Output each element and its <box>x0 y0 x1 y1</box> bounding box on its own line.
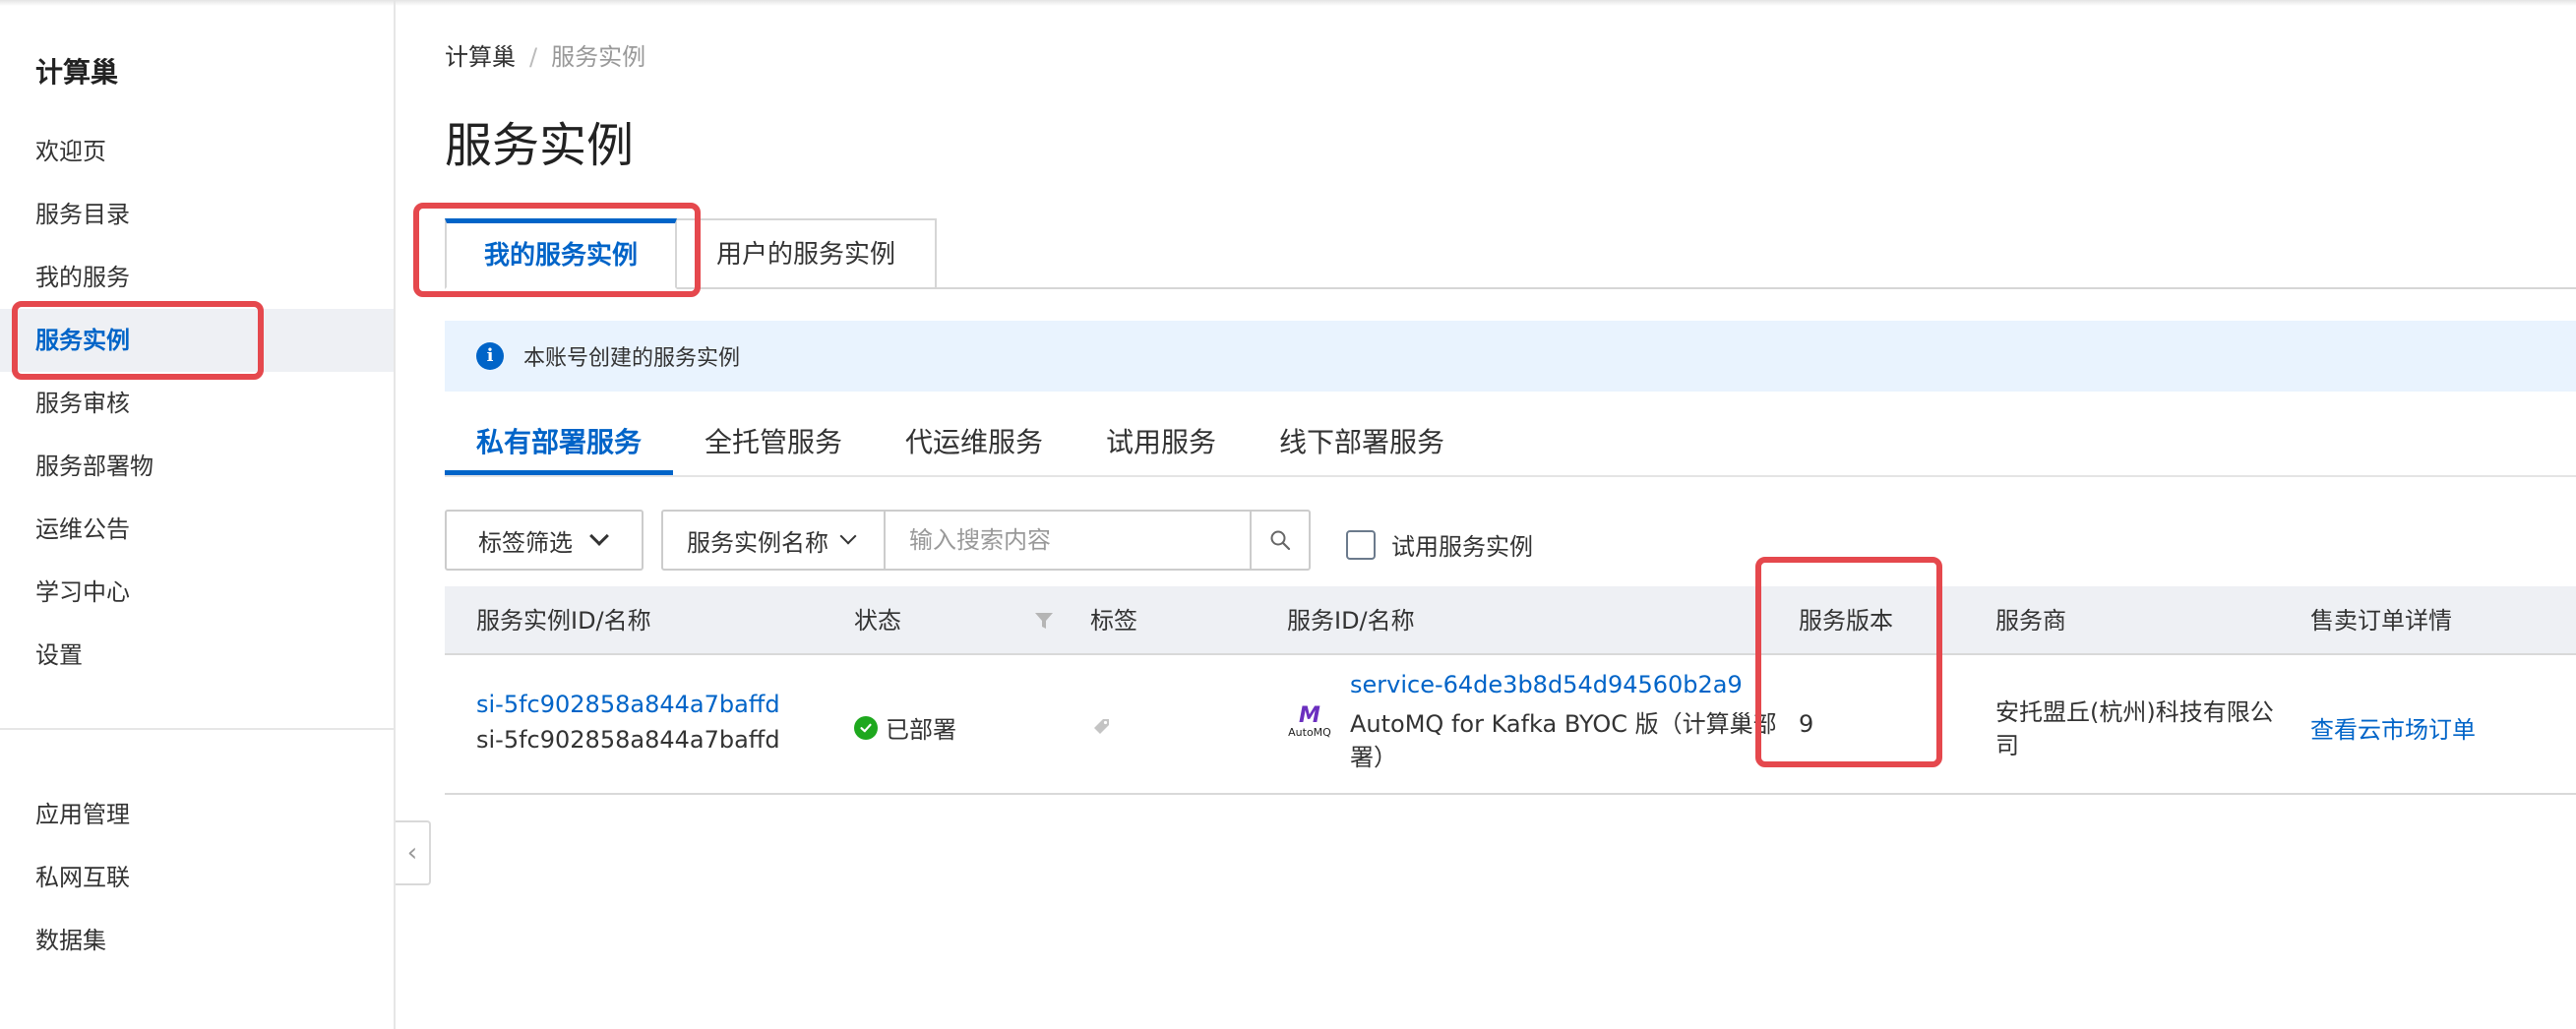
breadcrumb-current: 服务实例 <box>551 43 646 71</box>
subtab-managed-ops[interactable]: 代运维服务 <box>905 421 1043 476</box>
sidebar-item-ops-announcements[interactable]: 运维公告 <box>0 498 394 561</box>
search-input[interactable] <box>886 512 1250 569</box>
sidebar-item-settings[interactable]: 设置 <box>0 624 394 687</box>
search-group: 服务实例名称 <box>661 510 1311 571</box>
column-status: 状态 <box>854 607 901 635</box>
trial-instance-label: 试用服务实例 <box>1391 533 1533 561</box>
sidebar-item-service-instances[interactable]: 服务实例 <box>0 309 394 372</box>
sidebar-item-app-management[interactable]: 应用管理 <box>0 783 394 846</box>
subtabs-baseline <box>445 475 2576 477</box>
page-title: 服务实例 <box>445 118 635 173</box>
vendor-line1: 安托盟丘(杭州)科技有限公 <box>1995 698 2274 726</box>
breadcrumb-root[interactable]: 计算巢 <box>445 43 516 71</box>
trial-instance-checkbox-group[interactable]: 试用服务实例 <box>1346 527 1533 562</box>
trial-instance-checkbox[interactable] <box>1346 529 1376 560</box>
service-name-line2: 署） <box>1350 744 1397 771</box>
breadcrumb: 计算巢 / 服务实例 <box>445 37 645 72</box>
info-bar: i 本账号创建的服务实例 <box>445 321 2576 392</box>
status-badge: 已部署 <box>854 710 956 745</box>
search-field-label: 服务实例名称 <box>687 528 828 557</box>
tag-filter-label: 标签筛选 <box>478 528 573 557</box>
column-service-id: 服务ID/名称 <box>1287 607 1415 635</box>
sidebar-item-learning-center[interactable]: 学习中心 <box>0 561 394 624</box>
column-order-details: 售卖订单详情 <box>2310 607 2452 635</box>
instance-id-link[interactable]: si-5fc902858a844a7baffd <box>476 691 780 718</box>
tabs-baseline <box>937 287 2576 289</box>
check-circle-icon <box>854 715 878 740</box>
service-version: 9 <box>1799 710 1814 738</box>
search-button[interactable] <box>1250 512 1309 569</box>
sidebar-divider <box>0 728 394 730</box>
table-row: si-5fc902858a844a7baffd si-5fc902858a844… <box>445 657 2576 795</box>
chevron-down-icon <box>839 527 857 545</box>
status-text: 已部署 <box>886 716 956 744</box>
sidebar-item-service-catalog[interactable]: 服务目录 <box>0 183 394 246</box>
sidebar-item-private-network[interactable]: 私网互联 <box>0 846 394 909</box>
tab-my-service-instances[interactable]: 我的服务实例 <box>445 218 677 289</box>
sidebar-title: 计算巢 <box>35 56 119 89</box>
tab-user-service-instances[interactable]: 用户的服务实例 <box>675 218 937 289</box>
top-shadow <box>0 0 2576 6</box>
search-field-select[interactable]: 服务实例名称 <box>663 512 886 569</box>
sidebar-item-deploy-artifacts[interactable]: 服务部署物 <box>0 435 394 498</box>
tag-edit-icon[interactable] <box>1090 714 1114 738</box>
column-tags: 标签 <box>1090 607 1137 635</box>
service-id-link[interactable]: service-64de3b8d54d94560b2a9 <box>1350 671 1743 698</box>
chevron-left-icon: ‹ <box>406 838 418 868</box>
automq-logo-mark: M <box>1299 703 1320 728</box>
sidebar-item-my-services[interactable]: 我的服务 <box>0 246 394 309</box>
status-filter-icon[interactable] <box>1033 610 1055 632</box>
instance-name: si-5fc902858a844a7baffd <box>476 726 780 754</box>
subtab-offline-deploy[interactable]: 线下部署服务 <box>1279 421 1444 476</box>
sidebar-item-welcome[interactable]: 欢迎页 <box>0 120 394 183</box>
automq-logo-text: AutoMQ <box>1288 726 1331 739</box>
subtab-trial[interactable]: 试用服务 <box>1106 421 1216 476</box>
view-market-order-link[interactable]: 查看云市场订单 <box>2310 710 2476 745</box>
info-icon: i <box>476 342 504 370</box>
sidebar-item-datasets[interactable]: 数据集 <box>0 909 394 972</box>
service-name-line1: AutoMQ for Kafka BYOC 版（计算巢部 <box>1350 710 1777 738</box>
info-bar-text: 本账号创建的服务实例 <box>523 346 741 371</box>
subtab-private-deploy[interactable]: 私有部署服务 <box>476 421 642 476</box>
column-service-version: 服务版本 <box>1799 607 1893 635</box>
tag-filter-dropdown[interactable]: 标签筛选 <box>445 510 644 571</box>
sidebar: 计算巢 欢迎页 服务目录 我的服务 服务实例 服务审核 服务部署物 运维公告 学… <box>0 0 396 1029</box>
vendor-line2: 司 <box>1995 732 2019 759</box>
sidebar-item-service-review[interactable]: 服务审核 <box>0 372 394 435</box>
column-vendor: 服务商 <box>1995 607 2066 635</box>
table-header: 服务实例ID/名称 状态 标签 服务ID/名称 服务版本 服务商 售卖订单详情 <box>445 586 2576 655</box>
search-icon <box>1270 530 1291 551</box>
subtab-fully-managed[interactable]: 全托管服务 <box>705 421 842 476</box>
column-instance-id: 服务实例ID/名称 <box>476 607 651 635</box>
automq-logo: M AutoMQ <box>1285 703 1334 746</box>
chevron-down-icon <box>589 526 609 546</box>
breadcrumb-separator: / <box>529 43 538 71</box>
sidebar-collapse-button[interactable]: ‹ <box>396 820 431 885</box>
